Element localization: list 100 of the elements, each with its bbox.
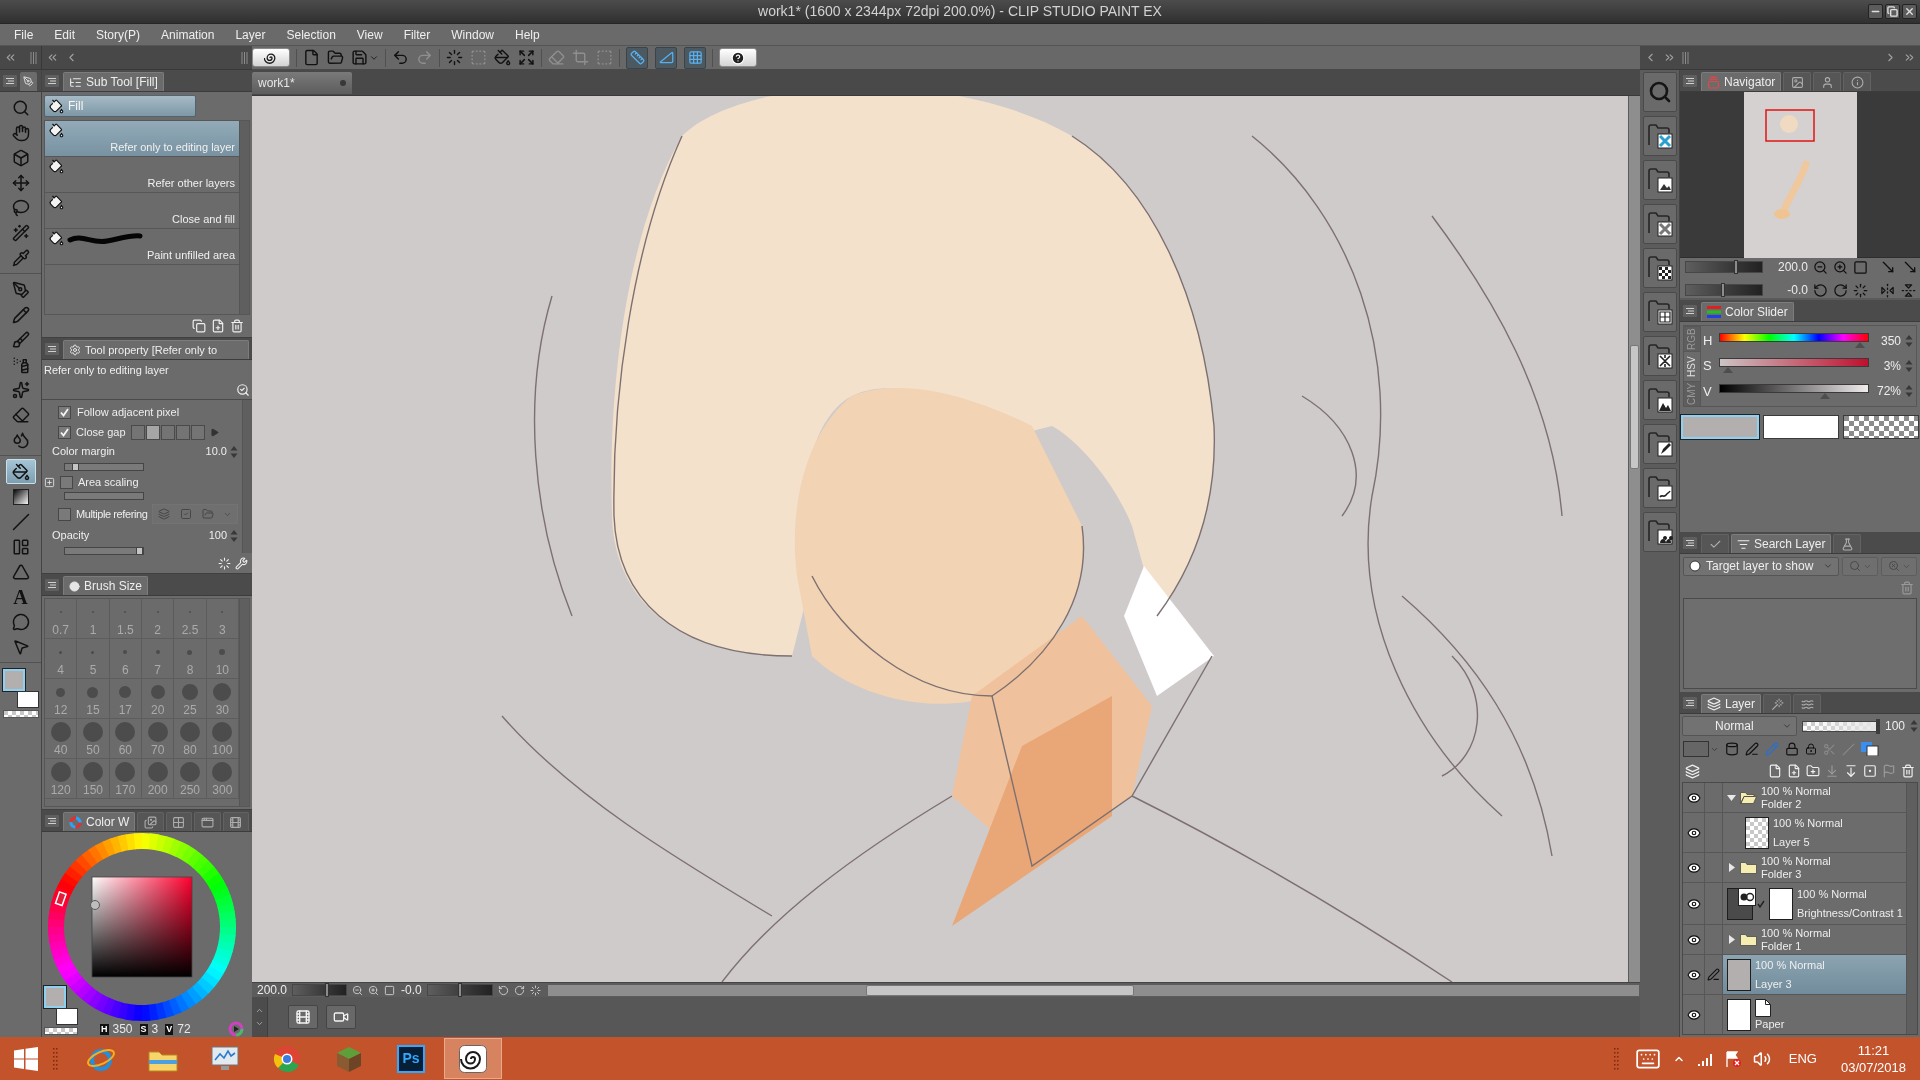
undo-icon[interactable]	[392, 49, 409, 66]
layers-icon[interactable]	[1707, 697, 1721, 711]
play-arrow-icon[interactable]	[209, 427, 219, 437]
eye-icon[interactable]	[1686, 790, 1701, 805]
eye-icon[interactable]	[1686, 896, 1701, 911]
brush-size-cell[interactable]: 12	[45, 679, 78, 719]
lock-icon[interactable]	[1805, 743, 1817, 755]
panel-menu-icon[interactable]	[45, 343, 59, 355]
menu-item[interactable]: Selection	[286, 25, 336, 44]
duplicate-icon[interactable]	[192, 319, 206, 333]
panel-menu-icon[interactable]	[45, 579, 59, 591]
sub-tool-item[interactable]: Paint unfilled area	[45, 229, 239, 265]
brush-size-cell[interactable]: 70	[142, 719, 175, 759]
panel-menu-icon[interactable]	[45, 815, 59, 827]
radiating-lines-icon[interactable]	[446, 49, 463, 66]
pen-icon[interactable]	[1745, 742, 1759, 756]
logo-button[interactable]	[252, 48, 290, 67]
brush-size-cell[interactable]: 4	[45, 639, 78, 679]
scrollbar[interactable]	[239, 121, 249, 314]
info-icon[interactable]	[1850, 75, 1864, 89]
window-icon[interactable]	[200, 815, 214, 829]
brush-size-cell[interactable]: 1.5	[109, 599, 142, 639]
panel-layout-icon[interactable]	[11, 537, 30, 556]
slider-handle[interactable]	[1875, 718, 1880, 734]
zoom-in-icon[interactable]	[368, 984, 380, 996]
panel-tab[interactable]	[1793, 694, 1822, 713]
mode-tab[interactable]: RGB	[1684, 326, 1700, 351]
pointer-arrow-icon[interactable]	[11, 637, 30, 656]
tool-group-button[interactable]: Fill	[44, 95, 196, 117]
gap-size-option[interactable]	[175, 424, 190, 440]
caret-right-icon[interactable]	[1727, 935, 1736, 944]
panel-menu-icon[interactable]	[1683, 75, 1697, 87]
hue-slider[interactable]	[1719, 333, 1869, 349]
radiating-lines-icon[interactable]	[1853, 282, 1868, 298]
panel-menu-icon[interactable]	[3, 75, 17, 87]
command-button[interactable]	[1642, 336, 1677, 376]
main-color-swatch[interactable]	[44, 986, 66, 1008]
panel-tab[interactable]: Brush Size	[63, 576, 149, 595]
command-button[interactable]	[1642, 160, 1677, 200]
diagonal-arrow-icon[interactable]	[1902, 259, 1918, 275]
sub-tool-item[interactable]: Refer only to editing layer	[45, 121, 239, 157]
spiral-logo-icon[interactable]	[459, 1044, 487, 1073]
trash-icon[interactable]	[230, 319, 244, 333]
slider-track[interactable]	[64, 462, 144, 471]
brush-size-cell[interactable]: 6	[109, 639, 142, 679]
tricolor-circle-icon[interactable]	[273, 1044, 301, 1073]
speech-balloon-icon[interactable]	[11, 612, 30, 631]
trash-icon[interactable]	[1900, 581, 1914, 595]
panel-tab[interactable]	[1833, 534, 1862, 553]
lock-icon[interactable]	[1785, 742, 1799, 756]
flip-vertical-icon[interactable]	[1901, 282, 1916, 298]
panel-tab[interactable]	[1783, 72, 1812, 91]
panel-tab[interactable]	[194, 812, 221, 831]
sub-color-swatch[interactable]	[17, 691, 39, 708]
brush-size-cell[interactable]: 50	[77, 719, 110, 759]
eye-icon[interactable]	[1686, 1007, 1701, 1022]
new-file-icon[interactable]	[303, 49, 320, 66]
slider-track[interactable]	[64, 546, 144, 555]
filled-circle-icon[interactable]	[69, 580, 80, 592]
grid-icon[interactable]	[172, 815, 186, 829]
brush-size-cell[interactable]: 15	[77, 679, 110, 719]
sub-tool-item[interactable]: Close and fill	[45, 193, 239, 229]
color-circle-icon[interactable]	[228, 1021, 244, 1037]
menu-item[interactable]: Layer	[235, 25, 266, 44]
paint-bucket-icon[interactable]	[49, 98, 64, 114]
slider-handle[interactable]	[72, 462, 80, 471]
brush-size-cell[interactable]: 300	[206, 759, 239, 799]
double-chevron-right-icon[interactable]	[1903, 51, 1916, 64]
eraser-icon[interactable]	[11, 405, 30, 424]
brush-size-cell[interactable]: 10	[206, 639, 239, 679]
menu-item[interactable]: View	[356, 25, 383, 44]
panel-tab[interactable]	[20, 72, 37, 91]
document-tab[interactable]: work1*	[252, 72, 352, 94]
expand-plus-icon[interactable]	[44, 476, 55, 488]
value-slider[interactable]	[1719, 383, 1869, 399]
mode-tab[interactable]: CMY	[1684, 381, 1700, 406]
spinner-icon[interactable]	[1905, 333, 1913, 348]
line-icon[interactable]	[11, 512, 30, 531]
gap-size-option[interactable]	[160, 424, 175, 440]
grass-cube-icon[interactable]	[335, 1044, 363, 1073]
caret-icon[interactable]	[1823, 561, 1833, 571]
command-button[interactable]	[1642, 116, 1677, 156]
text-tool-button[interactable]: A	[5, 584, 36, 609]
caret-icon[interactable]	[1781, 721, 1792, 731]
radiating-lines-icon[interactable]	[218, 556, 231, 570]
transparent-color-swatch[interactable]	[1843, 415, 1919, 439]
brush-icon[interactable]	[11, 330, 30, 349]
menu-item[interactable]: Animation	[161, 25, 215, 44]
brush-size-cell[interactable]: 8	[174, 639, 207, 679]
user-icon[interactable]	[1820, 75, 1834, 89]
panel-tab[interactable]	[222, 812, 249, 831]
slider-track[interactable]	[64, 492, 144, 501]
menu-item[interactable]: Story(P)	[96, 25, 141, 44]
signal-bars-icon[interactable]	[1696, 1051, 1713, 1066]
zoom-out-icon[interactable]	[352, 984, 364, 996]
paint-bucket-icon[interactable]	[49, 123, 64, 138]
menu-item[interactable]: Help	[515, 25, 540, 44]
slider-handle[interactable]	[1733, 260, 1738, 274]
brush-size-cell[interactable]: 200	[142, 759, 175, 799]
panel-tab[interactable]: Tool property [Refer only to	[63, 340, 249, 359]
